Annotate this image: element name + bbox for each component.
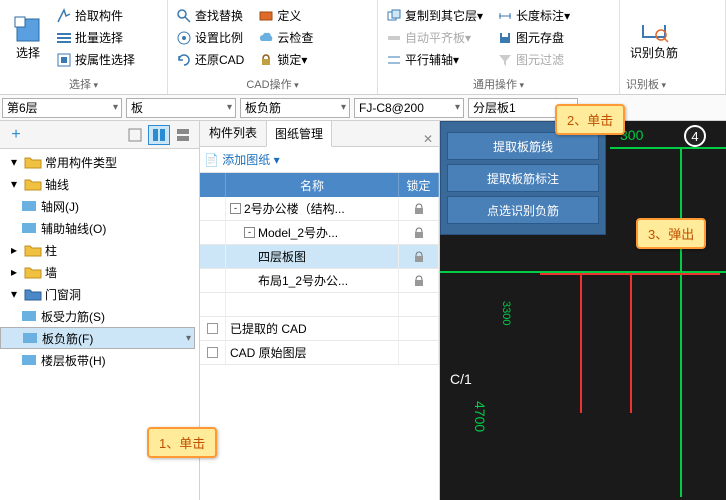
set-scale-button[interactable]: 设置比例 — [172, 27, 248, 49]
tree-view3-button[interactable] — [172, 125, 194, 145]
recognize-neg-rebar-button[interactable]: 识别负筋 — [624, 2, 684, 73]
grid-label: C/1 — [450, 371, 472, 387]
select-by-property-button[interactable]: 按属性选择 — [52, 49, 139, 71]
lock-icon — [413, 251, 425, 263]
find-replace-button[interactable]: 查找替换 — [172, 5, 248, 27]
collapse-icon: ▾ — [6, 286, 22, 302]
batch-select-button[interactable]: 批量选择 — [52, 27, 139, 49]
axis-bubble: 4 — [684, 125, 706, 147]
pick-recognize-button[interactable]: 点选识别负筋 — [447, 196, 599, 224]
tree-node-floor-strip[interactable]: 楼层板带(H) — [0, 349, 199, 371]
extract-rebar-label-button[interactable]: 提取板筋标注 — [447, 164, 599, 192]
define-button[interactable]: 定义 — [254, 5, 317, 27]
pick-component-button[interactable]: 拾取构件 — [52, 5, 139, 27]
expand-icon: ▸ — [6, 242, 22, 258]
ribbon: 选择 拾取构件 批量选择 按属性选择 选择 查找替换 设置比例 还原CAD 定义… — [0, 0, 726, 95]
dim-text: 3300 — [500, 301, 512, 325]
close-icon[interactable]: ✕ — [417, 132, 439, 146]
auto-flatten-button: 自动平齐板 ▾ — [382, 27, 487, 49]
extract-rebar-line-button[interactable]: 提取板筋线 — [447, 132, 599, 160]
tree-node-opening[interactable]: ▾门窗洞 — [0, 283, 199, 305]
filter-element-button: 图元过滤 — [493, 49, 574, 71]
recog-group-label: 识别板 — [620, 75, 725, 94]
list-header: 名称 锁定 — [200, 173, 439, 197]
tree-node-common[interactable]: ▾常用构件类型 — [0, 151, 199, 173]
lock-icon — [413, 227, 425, 239]
callout-1: 1、单击 — [147, 427, 217, 458]
drawing-list-panel: 构件列表 图纸管理 ✕ 📄 添加图纸 ▾ 名称 锁定 -2号办公楼（结构...-… — [200, 121, 440, 500]
category-select[interactable]: 板 — [126, 98, 236, 118]
save-element-button[interactable]: 图元存盘 — [493, 27, 574, 49]
select-group-label: 选择 — [0, 75, 167, 94]
drawing-row[interactable]: CAD 原始图层 — [200, 341, 439, 365]
recognize-popup: ✕ 提取板筋线 提取板筋标注 点选识别负筋 — [440, 121, 606, 235]
drawing-row[interactable]: -Model_2号办... — [200, 221, 439, 245]
callout-3: 3、弹出 — [636, 218, 706, 249]
spec-select[interactable]: FJ-C8@200 — [354, 98, 464, 118]
lock-icon — [413, 275, 425, 287]
lock-button[interactable]: 锁定 ▾ — [254, 49, 317, 71]
drawing-row[interactable] — [200, 293, 439, 317]
tree-view2-button[interactable] — [148, 125, 170, 145]
drawing-row[interactable]: 布局1_2号办公... — [200, 269, 439, 293]
tree-node-aux-axis[interactable]: 辅助轴线(O) — [0, 217, 199, 239]
tree-node-axis[interactable]: ▾轴线 — [0, 173, 199, 195]
lock-icon — [413, 203, 425, 215]
tree-add-button[interactable]: + — [5, 125, 27, 145]
callout-2: 2、单击 — [555, 104, 625, 135]
tree-node-column[interactable]: ▸柱 — [0, 239, 199, 261]
cad-canvas[interactable]: ✕ 提取板筋线 提取板筋标注 点选识别负筋 4 300 3300 4700 C/… — [440, 121, 726, 500]
add-drawing-button[interactable]: 📄 添加图纸 ▾ — [204, 151, 280, 168]
copy-to-floor-button[interactable]: 复制到其它层 ▾ — [382, 5, 487, 27]
drawing-row[interactable]: -2号办公楼（结构... — [200, 197, 439, 221]
cloud-check-button[interactable]: 云检查 — [254, 27, 317, 49]
dim-text: 4700 — [472, 401, 488, 432]
select-button[interactable]: 选择 — [4, 2, 52, 73]
tree-node-grid[interactable]: 轴网(J) — [0, 195, 199, 217]
floor-select[interactable]: 第6层 — [2, 98, 122, 118]
restore-cad-button[interactable]: 还原CAD — [172, 49, 248, 71]
drawing-row[interactable]: 已提取的 CAD — [200, 317, 439, 341]
drawing-row[interactable]: 四层板图 — [200, 245, 439, 269]
tab-drawing-manage[interactable]: 图纸管理 — [266, 120, 332, 147]
subcategory-select[interactable]: 板负筋 — [240, 98, 350, 118]
collapse-icon: ▾ — [6, 176, 22, 192]
tab-component-list[interactable]: 构件列表 — [200, 119, 266, 146]
tree-node-wall[interactable]: ▸墙 — [0, 261, 199, 283]
general-group-label: 通用操作 — [378, 75, 619, 94]
tree-view1-button[interactable] — [124, 125, 146, 145]
tree-node-force-rebar[interactable]: 板受力筋(S) — [0, 305, 199, 327]
tree-node-neg-rebar[interactable]: 板负筋(F) — [0, 327, 195, 349]
collapse-icon: ▾ — [6, 154, 22, 170]
parallel-axis-button[interactable]: 平行辅轴 ▾ — [382, 49, 487, 71]
cad-group-label: CAD操作 — [168, 75, 377, 94]
length-dim-button[interactable]: 长度标注 ▾ — [493, 5, 574, 27]
expand-icon: ▸ — [6, 264, 22, 280]
